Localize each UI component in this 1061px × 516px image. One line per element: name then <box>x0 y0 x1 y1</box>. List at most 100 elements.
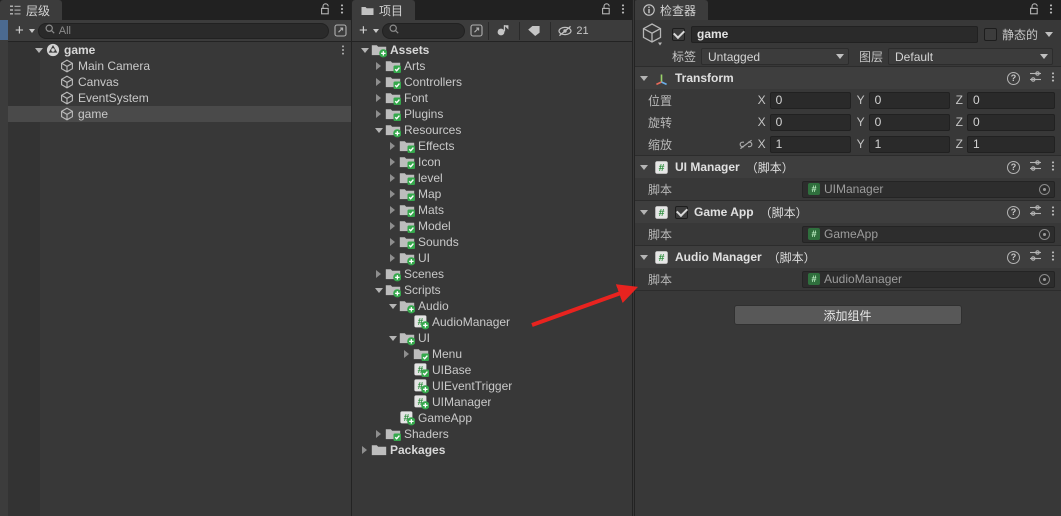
component-header[interactable]: # UI Manager （脚本）? <box>634 156 1061 178</box>
preset-icon[interactable] <box>1029 70 1042 86</box>
project-row[interactable]: UI <box>352 250 633 266</box>
chevron-right-icon[interactable] <box>372 430 385 438</box>
project-row[interactable]: Mats <box>352 202 633 218</box>
chevron-right-icon[interactable] <box>386 174 399 182</box>
constrain-proportions-icon[interactable] <box>739 139 753 150</box>
component-menu-icon[interactable] <box>1051 71 1055 86</box>
chevron-right-icon[interactable] <box>372 270 385 278</box>
chevron-down-icon[interactable] <box>386 303 399 309</box>
project-row[interactable]: Scripts <box>352 282 633 298</box>
project-row[interactable]: Audio <box>352 298 633 314</box>
project-row[interactable]: Menu <box>352 346 633 362</box>
help-icon[interactable]: ? <box>1007 250 1020 264</box>
project-add-button[interactable]: + <box>355 22 370 40</box>
inspector-menu-icon[interactable] <box>1049 3 1053 18</box>
chevron-right-icon[interactable] <box>386 158 399 166</box>
chevron-right-icon[interactable] <box>386 190 399 198</box>
tab-project[interactable]: 项目 <box>352 0 416 20</box>
transform-y-input[interactable]: 1 <box>868 135 950 153</box>
project-row[interactable]: Scenes <box>352 266 633 282</box>
hierarchy-search-expand-icon[interactable] <box>332 22 349 40</box>
project-row[interactable]: Resources <box>352 122 633 138</box>
chevron-right-icon[interactable] <box>386 238 399 246</box>
chevron-down-icon[interactable] <box>372 127 385 133</box>
project-row[interactable]: UI <box>352 330 633 346</box>
project-row[interactable]: Assets <box>352 42 633 58</box>
project-row[interactable]: Shaders <box>352 426 633 442</box>
preset-icon[interactable] <box>1029 159 1042 175</box>
component-header[interactable]: Transform? <box>634 67 1061 89</box>
project-row[interactable]: # GameApp <box>352 410 633 426</box>
project-menu-icon[interactable] <box>621 3 625 18</box>
hierarchy-row[interactable]: game <box>8 42 352 58</box>
project-search-input[interactable] <box>381 22 466 39</box>
script-object-field[interactable]: # AudioManager <box>802 270 1055 288</box>
object-picker-icon[interactable] <box>1039 183 1050 195</box>
script-object-field[interactable]: # UIManager <box>802 180 1055 198</box>
component-enabled-checkbox[interactable] <box>675 205 688 219</box>
lock-icon[interactable] <box>1029 2 1040 18</box>
gameobject-name-field[interactable]: game <box>691 25 978 43</box>
help-icon[interactable]: ? <box>1007 71 1020 85</box>
object-picker-icon[interactable] <box>1039 228 1050 240</box>
tab-inspector[interactable]: 检查器 <box>634 0 709 20</box>
hierarchy-row[interactable]: Main Camera <box>8 58 352 74</box>
project-row[interactable]: level <box>352 170 633 186</box>
help-icon[interactable]: ? <box>1007 160 1020 174</box>
transform-x-input[interactable]: 0 <box>769 91 851 109</box>
project-row[interactable]: # UIManager <box>352 394 633 410</box>
help-icon[interactable]: ? <box>1007 205 1020 219</box>
transform-y-input[interactable]: 0 <box>868 113 950 131</box>
gameobject-enabled-checkbox[interactable] <box>672 27 685 41</box>
chevron-right-icon[interactable] <box>386 142 399 150</box>
transform-x-input[interactable]: 1 <box>769 135 851 153</box>
chevron-right-icon[interactable] <box>358 446 371 454</box>
chevron-right-icon[interactable] <box>386 222 399 230</box>
chevron-right-icon[interactable] <box>372 110 385 118</box>
chevron-down-icon[interactable] <box>386 335 399 341</box>
project-row[interactable]: Icon <box>352 154 633 170</box>
filter-by-type-button[interactable] <box>488 21 517 40</box>
project-search-expand-icon[interactable] <box>468 22 485 40</box>
project-row[interactable]: # UIEventTrigger <box>352 378 633 394</box>
chevron-right-icon[interactable] <box>372 78 385 86</box>
hierarchy-row[interactable]: EventSystem <box>8 90 352 106</box>
project-row[interactable]: # AudioManager <box>352 314 633 330</box>
preset-icon[interactable] <box>1029 204 1042 220</box>
script-object-field[interactable]: # GameApp <box>802 225 1055 243</box>
chevron-down-icon[interactable] <box>640 164 648 170</box>
project-row[interactable]: Effects <box>352 138 633 154</box>
project-row[interactable]: Controllers <box>352 74 633 90</box>
hierarchy-add-dropdown-icon[interactable] <box>28 28 35 33</box>
project-row[interactable]: Packages <box>352 442 633 458</box>
component-header[interactable]: # Game App （脚本）? <box>634 201 1061 223</box>
chevron-down-icon[interactable] <box>640 254 648 260</box>
transform-z-input[interactable]: 1 <box>967 135 1055 153</box>
component-menu-icon[interactable] <box>1051 205 1055 220</box>
transform-z-input[interactable]: 0 <box>967 91 1055 109</box>
chevron-down-icon[interactable] <box>32 47 45 53</box>
chevron-right-icon[interactable] <box>386 206 399 214</box>
object-picker-icon[interactable] <box>1039 273 1050 285</box>
lock-icon[interactable] <box>320 2 331 18</box>
chevron-right-icon[interactable] <box>386 254 399 262</box>
project-row[interactable]: Font <box>352 90 633 106</box>
transform-y-input[interactable]: 0 <box>868 91 950 109</box>
static-dropdown-icon[interactable] <box>1045 31 1053 37</box>
project-row[interactable]: Model <box>352 218 633 234</box>
row-menu-icon[interactable] <box>341 44 345 59</box>
project-row[interactable]: Sounds <box>352 234 633 250</box>
component-header[interactable]: # Audio Manager （脚本）? <box>634 246 1061 268</box>
project-row[interactable]: # UIBase <box>352 362 633 378</box>
hierarchy-add-button[interactable]: + <box>11 22 26 40</box>
chevron-right-icon[interactable] <box>372 62 385 70</box>
layer-dropdown[interactable]: Default <box>888 48 1053 65</box>
chevron-right-icon[interactable] <box>400 350 413 358</box>
chevron-right-icon[interactable] <box>372 94 385 102</box>
add-component-button[interactable]: 添加组件 <box>733 305 962 325</box>
hidden-assets-button[interactable]: 21 <box>550 21 633 40</box>
component-menu-icon[interactable] <box>1051 160 1055 175</box>
filter-by-label-button[interactable] <box>519 21 548 40</box>
transform-z-input[interactable]: 0 <box>967 113 1055 131</box>
static-checkbox[interactable] <box>983 27 997 41</box>
